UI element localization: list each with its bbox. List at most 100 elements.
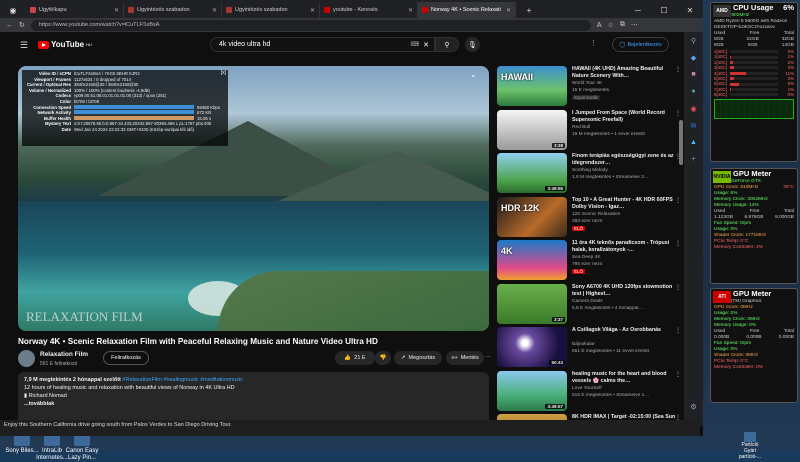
- video-thumbnail[interactable]: 3:49:57: [497, 370, 567, 411]
- cpu-history-graph: [714, 98, 794, 119]
- video-thumbnail[interactable]: 4K: [497, 240, 567, 280]
- more-menu-icon[interactable]: ⋯: [631, 21, 638, 29]
- address-bar-row: ← ↻ https://www.youtube.com/watch?v=lCuT…: [0, 18, 703, 32]
- hashtags[interactable]: #RelaxationFilm #healingmusic #meditatio…: [122, 377, 242, 383]
- description-box[interactable]: 7,9 M megtekintés 2 hónappal ezelőtt #Re…: [18, 372, 489, 427]
- hamburger-menu-icon[interactable]: ☰: [20, 40, 28, 51]
- desktop-icon-partition[interactable]: Partíció Gyári partíció-...: [735, 432, 765, 460]
- recommendation-item[interactable]: 3:38 I Jumped From Space (World Record Su…: [497, 109, 681, 154]
- games-icon[interactable]: ●: [684, 83, 703, 100]
- close-tab-icon[interactable]: ✕: [212, 7, 217, 14]
- tab-youtube-search[interactable]: youtube - Keresés ✕: [320, 2, 418, 18]
- tag-icon[interactable]: ◆: [684, 49, 703, 66]
- video-thumbnail[interactable]: HAWAII: [497, 66, 567, 106]
- office-icon[interactable]: ◉: [684, 100, 703, 117]
- more-options-icon[interactable]: ⋮: [675, 110, 681, 117]
- stats-graph-bar: [74, 110, 194, 115]
- save-button[interactable]: ≡+ Mentés: [446, 351, 484, 365]
- tab-norway-4k[interactable]: Norway 4K • Scenic Relaxati ✕: [418, 2, 516, 18]
- show-more-link[interactable]: ...továbbiak: [24, 400, 483, 408]
- share-button[interactable]: ↗ Megosztás: [394, 351, 442, 365]
- gpu-meter-ati[interactable]: ATI GPU Meter Radeon(TM) Graphics GPU Cl…: [710, 288, 798, 403]
- search-button[interactable]: ⚲: [435, 37, 459, 52]
- extensions-icon[interactable]: ⧉: [620, 21, 625, 29]
- recommendations-list: HAWAII HAWAII (4K UHD) Amazing Beautiful …: [497, 66, 681, 424]
- more-options-icon[interactable]: ⋮: [675, 197, 681, 204]
- recommendation-channel: Soothing Melody: [572, 168, 608, 173]
- video-thumbnail[interactable]: 3:49:55: [497, 153, 567, 193]
- video-thumbnail[interactable]: HDR 12K: [497, 196, 567, 237]
- read-aloud-icon[interactable]: A: [597, 22, 602, 29]
- keyboard-icon[interactable]: ⌨: [410, 41, 419, 48]
- sign-in-button[interactable]: ◯ Bejelentkezés: [612, 37, 669, 52]
- scrollbar[interactable]: [679, 120, 683, 165]
- thumbs-up-icon: 👍: [344, 355, 352, 361]
- close-stats-icon[interactable]: [x]: [221, 70, 226, 77]
- recommendation-stats: 383 ezer néző: [572, 218, 603, 224]
- drop-icon[interactable]: ▲: [684, 134, 703, 151]
- tab-ugyintezes-1[interactable]: Ügyintézés szabadon ✕: [124, 2, 222, 18]
- channel-name[interactable]: Relaxation Film: [40, 351, 88, 358]
- channel-avatar[interactable]: [18, 350, 35, 367]
- add-icon[interactable]: +: [684, 151, 703, 168]
- url-field[interactable]: https://www.youtube.com/watch?v=lCuTLFSx…: [30, 19, 591, 31]
- youtube-page: ☰ YouTube HU 4k video ultra hd ⌨ ✕ ⚲ 🎙 ⋮ ◯ B…: [0, 32, 684, 427]
- recommendation-channel: Love YourSelf: [572, 385, 602, 391]
- recommendation-item[interactable]: 3:49:57 healing music for the heart and b…: [497, 370, 681, 415]
- close-tab-icon[interactable]: ✕: [114, 7, 119, 14]
- recommendation-stats: 19 M megtekintés • 1 évvel ezelőtt: [572, 131, 645, 137]
- more-options-icon[interactable]: ⋮: [675, 240, 681, 247]
- recommendation-item[interactable]: 50:43 A Csillagok Világa - Az Ősrobbanás B…: [497, 327, 681, 371]
- desktop-icon-canon[interactable]: Canon Easy Lazy Pin...: [60, 432, 104, 462]
- gpu-meter-nvidia[interactable]: NVIDIA GPU Meter NVIDIA GeForce GTX GPU …: [710, 168, 798, 284]
- recommendation-item[interactable]: HDR 12K Top 10 • A Great Hunter - 4K HDR …: [497, 196, 681, 241]
- video-thumbnail[interactable]: 50:43: [497, 327, 567, 367]
- subscribe-button[interactable]: Feliratkozás: [103, 351, 149, 365]
- recommendation-stats: 651 E megtekintés • 11 évvel ezelőtt: [572, 349, 650, 354]
- minimize-button[interactable]: ─: [625, 2, 651, 18]
- voice-search-button[interactable]: 🎙: [465, 37, 480, 52]
- briefcase-icon[interactable]: ■: [684, 66, 703, 83]
- settings-dots-icon[interactable]: ⋮: [590, 39, 597, 47]
- profile-icon[interactable]: ◉: [0, 2, 26, 18]
- recommendation-channel: Sea Deep 4K: [572, 255, 601, 260]
- recommendation-stats: 5,8 E megtekintés • 4 hónappal…: [572, 305, 644, 311]
- search-icon[interactable]: ⚲: [684, 32, 703, 49]
- recommendation-item[interactable]: HAWAII HAWAII (4K UHD) Amazing Beautiful …: [497, 66, 681, 110]
- refresh-icon[interactable]: ↻: [19, 21, 25, 29]
- youtube-logo[interactable]: YouTube HU: [38, 40, 92, 49]
- cpu-core-bars: 1[40C] 0% 1[40C] 1% 2[40C] 2% 3[40C] 3% 4[40C] 11…: [711, 49, 797, 98]
- recommendation-item[interactable]: 3:49:55 Finom terápiás egészségügyi zene …: [497, 153, 681, 197]
- close-tab-icon[interactable]: ✕: [310, 7, 315, 14]
- thumbnail-text: HDR 12K: [501, 202, 540, 213]
- settings-gear-icon[interactable]: ⚙: [684, 398, 703, 415]
- cpu-usage-gadget[interactable]: AMD CPU Usage 6% Clock: 3901MHz AMD Ryze…: [710, 2, 798, 162]
- more-options-icon[interactable]: ⋮: [675, 66, 681, 73]
- like-button[interactable]: 👍 21 E: [335, 351, 375, 365]
- video-player[interactable]: RELAXATION FILM ◔ [x] Video ID / sCPN lCu…: [18, 66, 489, 331]
- more-options-icon[interactable]: ⋮: [675, 327, 681, 334]
- video-thumbnail[interactable]: 3:38: [497, 109, 567, 150]
- close-tab-icon[interactable]: ✕: [506, 7, 511, 14]
- recommendation-item[interactable]: 3:37 Sony A6700 4K UHD 120fps slowmotion …: [497, 283, 681, 328]
- stats-graph-bar: [74, 104, 194, 109]
- player-info-icon[interactable]: ◔: [470, 72, 475, 81]
- back-icon[interactable]: ←: [6, 22, 13, 29]
- clear-search-icon[interactable]: ✕: [423, 41, 429, 49]
- favorite-star-icon[interactable]: ☆: [608, 21, 614, 29]
- outlook-icon[interactable]: ✉: [684, 117, 703, 134]
- close-window-button[interactable]: ✕: [677, 2, 703, 18]
- video-thumbnail[interactable]: 3:37: [497, 283, 567, 324]
- maximize-button[interactable]: ☐: [651, 2, 677, 18]
- close-tab-icon[interactable]: ✕: [408, 7, 413, 14]
- recommendation-item[interactable]: 4K 11 óra 4K teknős paradicsom - Trópusi …: [497, 240, 681, 284]
- search-icon: ⚲: [444, 41, 450, 49]
- tab-ugyintezes-2[interactable]: Ügyintézés szabadon ✕: [222, 2, 320, 18]
- search-input[interactable]: 4k video ultra hd ⌨ ✕: [210, 37, 435, 52]
- tab-ugyfelkapu[interactable]: Ügyfélkapu ✕: [26, 2, 124, 18]
- new-tab-button[interactable]: +: [516, 2, 542, 18]
- more-options-icon[interactable]: ⋮: [675, 371, 681, 378]
- core-usage-bar: [730, 55, 778, 59]
- dislike-button[interactable]: 👎: [375, 351, 391, 365]
- more-options-icon[interactable]: ⋮: [675, 284, 681, 291]
